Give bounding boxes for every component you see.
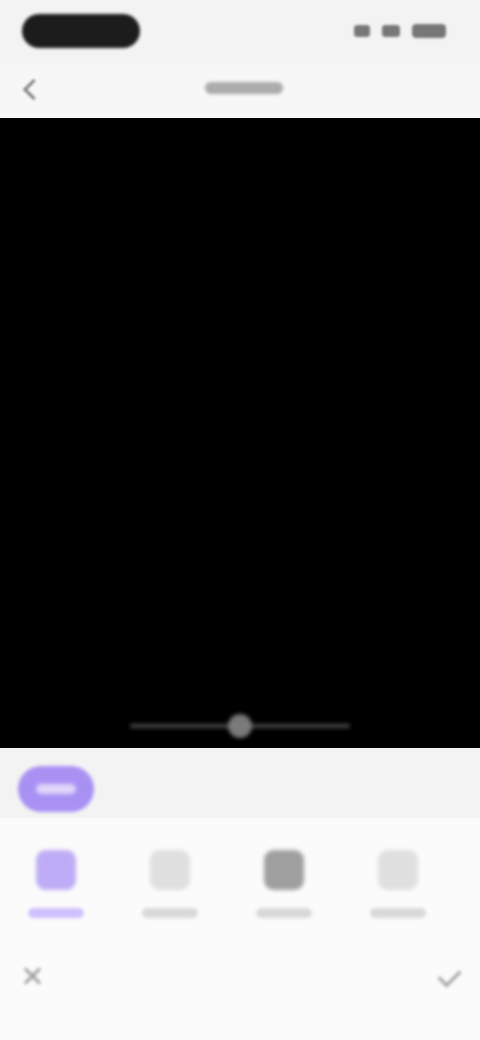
signal-icon (354, 25, 370, 37)
toolbar-title-text (205, 82, 206, 83)
close-icon[interactable] (18, 962, 46, 990)
timeline-knob[interactable] (228, 714, 252, 738)
category-selected-label (18, 766, 19, 767)
tool-item[interactable] (124, 834, 216, 944)
bottom-actions (0, 948, 480, 1040)
top-toolbar (0, 64, 480, 118)
back-icon[interactable] (18, 76, 46, 104)
status-time (22, 14, 23, 15)
screen (0, 0, 480, 1040)
status-time-pill (22, 14, 140, 48)
tool-icon (264, 850, 304, 890)
tool-label (370, 908, 371, 909)
tool-item[interactable] (238, 834, 330, 944)
wifi-icon (382, 25, 400, 37)
tool-item[interactable] (466, 834, 480, 944)
battery-icon (412, 24, 446, 38)
category-row (0, 748, 480, 818)
tools-row (0, 834, 480, 944)
toolbar-title (205, 82, 283, 94)
tool-label (142, 908, 143, 909)
tool-label-placeholder (256, 908, 312, 918)
editor-panel (0, 748, 480, 1040)
video-canvas[interactable] (0, 118, 480, 748)
tool-icon (36, 850, 76, 890)
tool-label (28, 908, 29, 909)
tool-item[interactable] (352, 834, 444, 944)
timeline-scrubber[interactable] (130, 712, 350, 740)
status-bar (0, 0, 480, 64)
check-icon[interactable] (434, 962, 462, 990)
tool-icon (150, 850, 190, 890)
tool-label-placeholder (370, 908, 426, 918)
tool-label-placeholder (142, 908, 198, 918)
category-selected-pill[interactable] (18, 766, 94, 812)
tool-item[interactable] (10, 834, 102, 944)
status-icons (354, 22, 446, 40)
tool-label-placeholder (28, 908, 84, 918)
tool-icon (378, 850, 418, 890)
tool-label (256, 908, 257, 909)
